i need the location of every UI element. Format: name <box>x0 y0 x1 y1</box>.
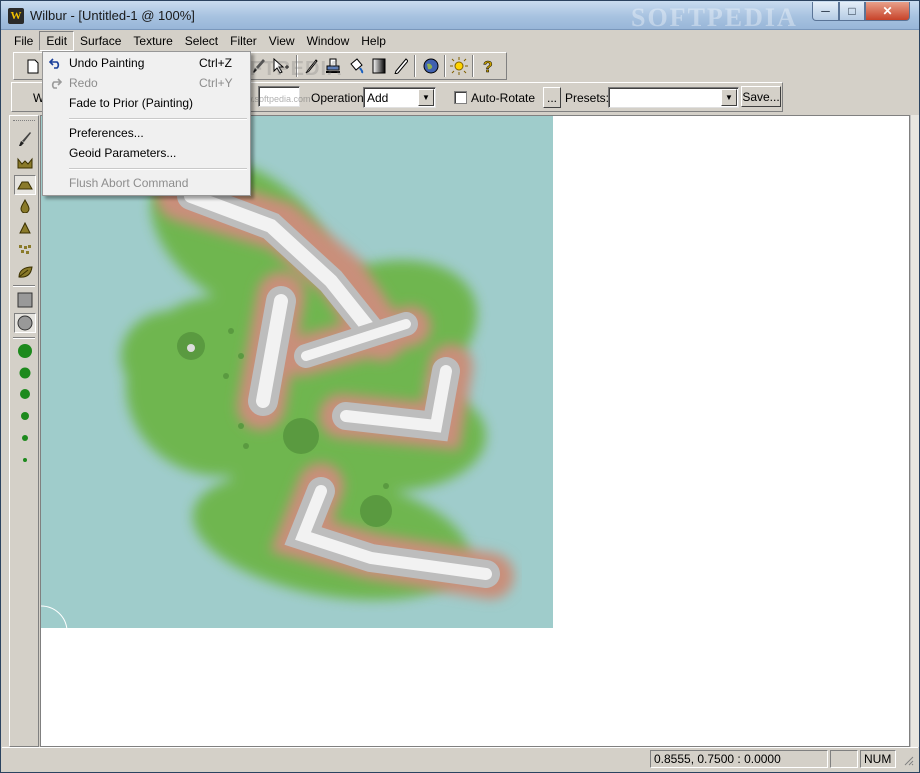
minimize-button[interactable]: ─ <box>812 2 839 21</box>
menu-item-flush[interactable]: Flush Abort Command <box>45 173 248 193</box>
autorotate-label: Auto-Rotate <box>471 91 536 105</box>
operation-value: Add <box>367 91 389 105</box>
preferences-label: Preferences... <box>69 126 144 140</box>
chevron-down-icon[interactable]: ▼ <box>418 89 434 106</box>
operation-label: Operation: <box>311 91 368 105</box>
menu-select[interactable]: Select <box>179 32 224 50</box>
more-button[interactable]: ... <box>543 87 561 108</box>
square-icon[interactable] <box>14 290 36 310</box>
flush-label: Flush Abort Command <box>69 176 189 190</box>
watermark-title: SOFTPEDIA <box>631 3 798 32</box>
maximize-button[interactable]: □ <box>839 2 865 21</box>
undo-label: Undo Painting <box>69 56 145 70</box>
geoid-label: Geoid Parameters... <box>69 146 177 160</box>
toolbar-separator <box>472 55 474 77</box>
palette-grip[interactable] <box>13 120 35 121</box>
toolbar-separator <box>444 55 446 77</box>
palette-separator <box>13 337 35 339</box>
rotation-arc-icon <box>41 605 68 630</box>
resize-grip-icon[interactable] <box>902 754 914 766</box>
status-bar: 0.8555, 0.7500 : 0.0000 NUM <box>2 747 918 769</box>
drop-icon[interactable] <box>14 196 36 216</box>
menu-file[interactable]: File <box>8 32 39 50</box>
menu-item-undo[interactable]: Undo Painting Ctrl+Z <box>45 53 248 73</box>
tool-palette <box>9 115 39 747</box>
dot-s-icon[interactable] <box>14 406 36 426</box>
pencil-icon[interactable] <box>392 57 410 75</box>
brush-icon[interactable] <box>14 129 36 149</box>
redo-shortcut: Ctrl+Y <box>199 76 233 90</box>
dot-xl-icon[interactable] <box>14 341 36 361</box>
menu-surface[interactable]: Surface <box>74 32 127 50</box>
menu-item-preferences[interactable]: Preferences... <box>45 123 248 143</box>
sun-icon[interactable] <box>450 57 468 75</box>
menu-filter[interactable]: Filter <box>224 32 263 50</box>
palette-separator <box>13 285 35 287</box>
leaf-icon[interactable] <box>14 262 36 282</box>
undo-icon <box>48 56 62 70</box>
main-window: W Wilbur - [Untitled-1 @ 100%] SOFTPEDIA… <box>0 0 920 773</box>
redo-label: Redo <box>69 76 98 90</box>
fade-label: Fade to Prior (Painting) <box>69 96 194 110</box>
save-button[interactable]: Save... <box>741 86 781 107</box>
menu-help[interactable]: Help <box>355 32 392 50</box>
app-logo-icon: W <box>8 8 24 24</box>
title-bar[interactable]: W Wilbur - [Untitled-1 @ 100%] SOFTPEDIA… <box>1 1 919 32</box>
bucket-icon[interactable] <box>347 57 365 75</box>
document-canvas[interactable] <box>40 115 910 747</box>
num-lock-indicator: NUM <box>860 750 896 768</box>
menu-item-geoid[interactable]: Geoid Parameters... <box>45 143 248 163</box>
presets-label: Presets: <box>565 91 610 105</box>
menu-item-fade[interactable]: Fade to Prior (Painting) <box>45 93 248 113</box>
peak-icon[interactable] <box>14 218 36 238</box>
menu-item-redo[interactable]: Redo Ctrl+Y <box>45 73 248 93</box>
help-icon[interactable]: ? <box>479 57 497 75</box>
menu-window[interactable]: Window <box>301 32 356 50</box>
operation-select[interactable]: Add ▼ <box>363 87 436 108</box>
new-icon[interactable] <box>24 57 42 75</box>
undo-shortcut: Ctrl+Z <box>199 56 232 70</box>
close-button[interactable]: ✕ <box>865 2 910 21</box>
menu-texture[interactable]: Texture <box>127 32 178 50</box>
dot-l-icon[interactable] <box>14 363 36 383</box>
autorotate-checkbox[interactable] <box>454 91 467 104</box>
menu-separator <box>69 168 247 170</box>
menu-separator <box>69 118 247 120</box>
vertical-scrollbar[interactable] <box>910 115 919 747</box>
valley-icon[interactable] <box>14 153 36 173</box>
edit-menu-dropdown: Undo Painting Ctrl+Z Redo Ctrl+Y Fade to… <box>42 51 251 196</box>
dot-m-icon[interactable] <box>14 384 36 404</box>
svg-text:?: ? <box>483 59 493 74</box>
status-empty-panel <box>830 750 858 768</box>
presets-select[interactable]: ▼ <box>608 87 739 108</box>
window-title: Wilbur - [Untitled-1 @ 100%] <box>30 8 195 23</box>
plateau-icon[interactable] <box>14 175 36 195</box>
toolbar-separator <box>414 55 416 77</box>
menu-edit[interactable]: Edit <box>39 30 75 51</box>
circle-icon[interactable] <box>14 313 36 333</box>
globe-icon[interactable] <box>422 57 440 75</box>
dot-xs-icon[interactable] <box>14 428 36 448</box>
menu-view[interactable]: View <box>263 32 301 50</box>
noise-icon[interactable] <box>14 240 36 260</box>
redo-icon <box>48 76 62 90</box>
coords-readout: 0.8555, 0.7500 : 0.0000 <box>650 750 828 768</box>
menu-bar: File Edit Surface Texture Select Filter … <box>2 30 918 51</box>
chevron-down-icon[interactable]: ▼ <box>721 89 737 106</box>
gradient-icon[interactable] <box>370 57 388 75</box>
dot-xxs-icon[interactable] <box>14 450 36 470</box>
